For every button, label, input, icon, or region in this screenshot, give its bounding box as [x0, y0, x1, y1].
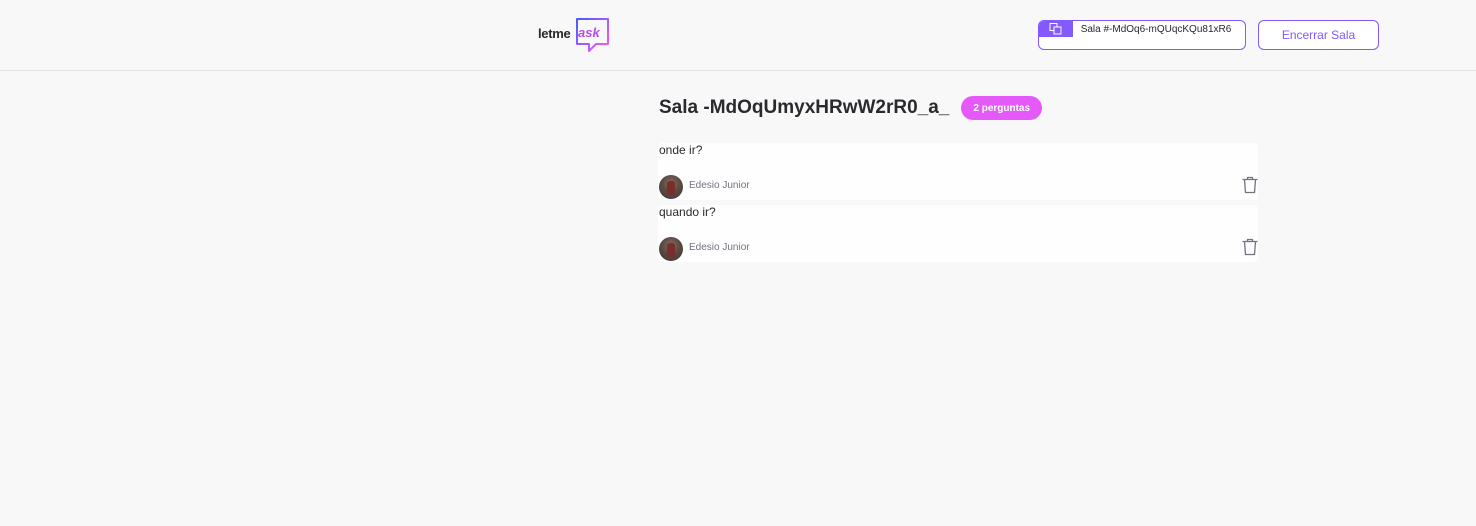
letmeask-logo[interactable]: letme ask [538, 17, 613, 53]
avatar [659, 175, 683, 199]
question-count-badge: 2 perguntas [961, 96, 1043, 120]
logo-text-ask: ask [578, 25, 600, 40]
avatar [659, 237, 683, 261]
question-card: onde ir? Edesio Junior [658, 143, 1258, 200]
room-code-label: Sala #-MdOq6-mQUqcKQu81xR6 [1080, 24, 1232, 35]
logo-text-letme: letme [538, 26, 571, 41]
copy-button[interactable] [1039, 21, 1073, 37]
trash-icon[interactable] [1242, 176, 1258, 194]
trash-icon[interactable] [1242, 238, 1258, 256]
question-content: onde ir? [659, 143, 703, 157]
question-card: quando ir? Edesio Junior [658, 205, 1258, 262]
page-title: Sala -MdOqUmyxHRwW2rR0_a_ [659, 97, 950, 118]
room-code-button[interactable]: Sala #-MdOq6-mQUqcKQu81xR6 [1038, 20, 1246, 50]
author-name: Edesio Junior [689, 242, 750, 253]
question-content: quando ir? [659, 205, 716, 219]
header: letme ask Sala #-MdOq6-mQUqcKQu81xR6 Enc… [0, 0, 1476, 71]
author-name: Edesio Junior [689, 180, 750, 191]
copy-icon [1049, 23, 1062, 35]
close-room-button[interactable]: Encerrar Sala [1258, 20, 1379, 50]
room-title-row: Sala -MdOqUmyxHRwW2rR0_a_ 2 perguntas [659, 95, 1043, 121]
